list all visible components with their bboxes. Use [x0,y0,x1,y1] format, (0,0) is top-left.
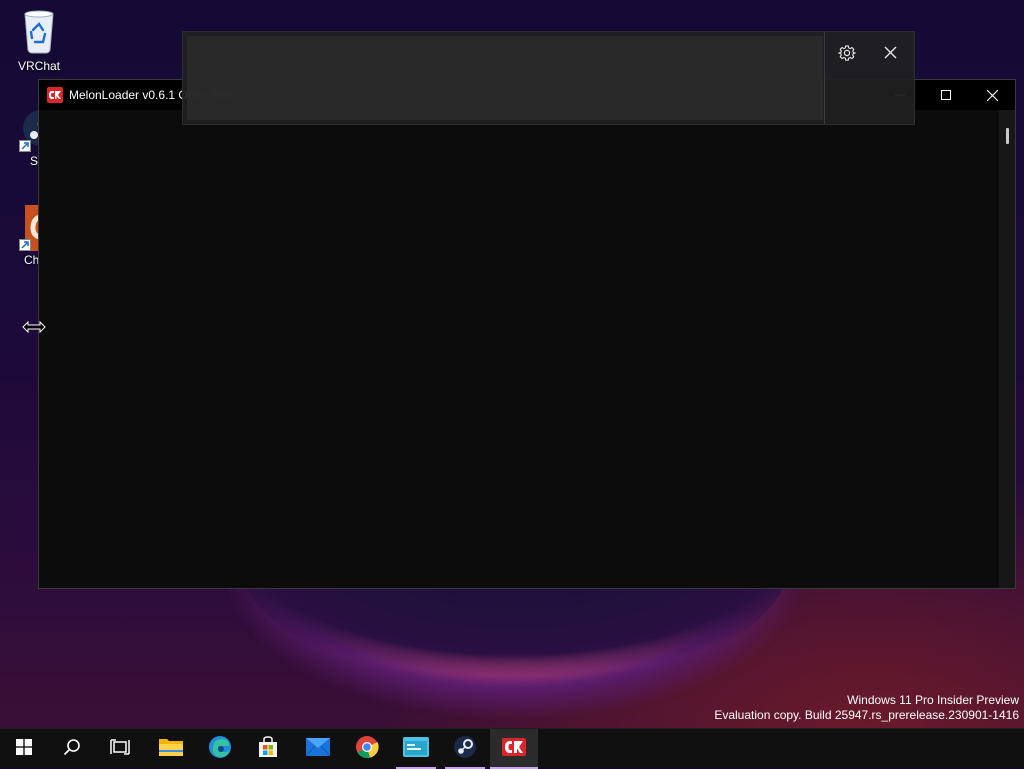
terminal-icon [403,736,429,762]
notification-panel[interactable] [182,31,915,125]
taskbar-terminal[interactable] [392,729,440,769]
melonloader-icon [47,87,63,103]
notification-divider [824,32,825,124]
scrollbar-thumb[interactable] [1006,128,1009,144]
start-button[interactable] [0,729,48,769]
notification-close-button[interactable] [877,42,903,68]
shortcut-arrow-icon [19,140,31,152]
windows-watermark: Windows 11 Pro Insider Preview Evaluatio… [714,693,1019,723]
shortcut-arrow-icon [19,239,31,251]
mail-icon [305,737,331,761]
task-view-icon [110,738,130,760]
console-output[interactable] [39,110,1015,588]
recycle-bin-icon [7,8,71,57]
search-button[interactable] [48,729,96,769]
windows-logo-icon [16,738,32,760]
folder-icon [158,736,184,763]
taskbar-melonloader[interactable] [490,729,538,769]
task-view-button[interactable] [96,729,144,769]
taskbar-mail[interactable] [294,729,342,769]
melonloader-console-window[interactable]: MelonLoader v0.6.1 Open-Beta [38,79,1016,589]
taskbar [0,728,1024,769]
watermark-line-1: Windows 11 Pro Insider Preview [847,693,1019,707]
edge-icon [208,735,232,764]
notification-body[interactable] [187,36,823,120]
chrome-icon [355,735,379,764]
desktop-icon-vrchat[interactable]: VRChat [7,8,71,73]
taskbar-edge[interactable] [196,729,244,769]
maximize-button[interactable] [923,80,969,110]
close-icon [884,46,897,64]
taskbar-steam[interactable] [441,729,489,769]
watermark-line-2: Evaluation copy. Build 25947.rs_prerelea… [714,708,1019,722]
gear-icon [838,44,856,67]
store-icon [257,735,279,763]
notification-settings-button[interactable] [834,42,860,68]
taskbar-file-explorer[interactable] [147,729,195,769]
close-window-button[interactable] [969,80,1015,110]
steam-icon [453,735,477,764]
console-scrollbar[interactable] [999,110,1015,588]
taskbar-chrome[interactable] [343,729,391,769]
taskbar-store[interactable] [244,729,292,769]
melonloader-icon [502,737,526,761]
desktop-icon-label: VRChat [17,59,61,73]
resize-cursor-icon [22,320,46,339]
search-icon [63,738,81,761]
